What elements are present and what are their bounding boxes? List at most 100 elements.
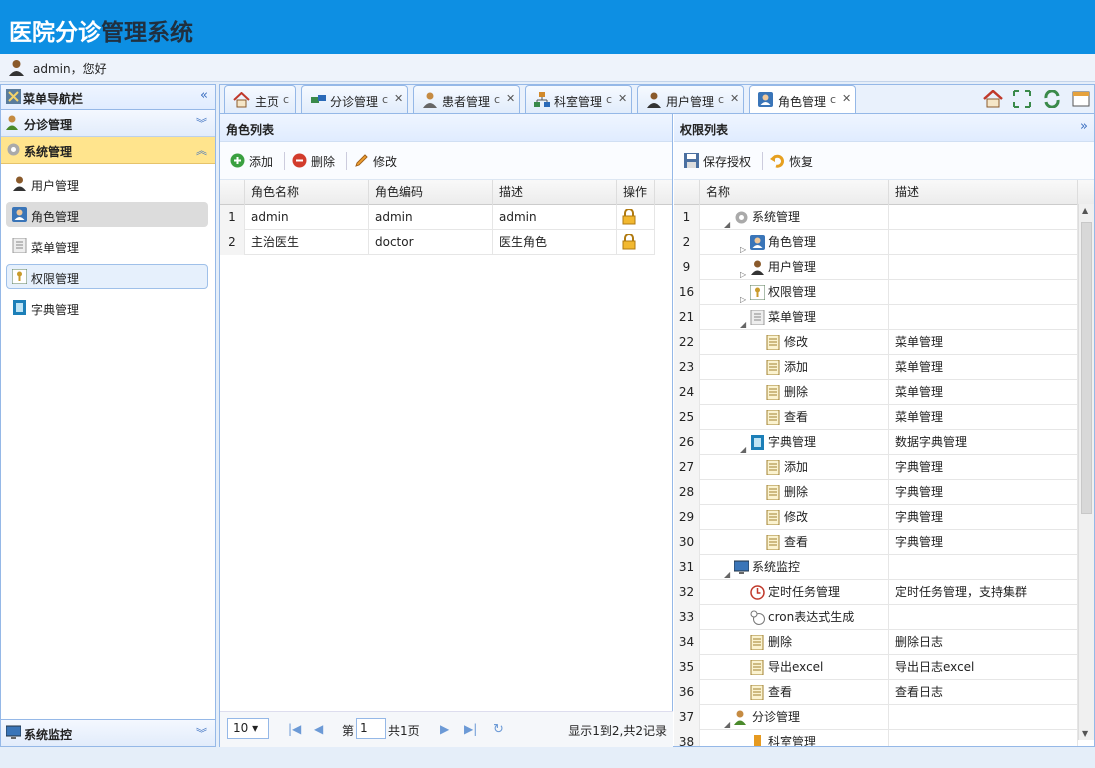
scroll-down-icon[interactable]: ▼ [1082, 729, 1088, 738]
tree-row[interactable]: 29 修改 字典管理 [674, 505, 1078, 530]
chevron-double-down-icon[interactable]: ︾ [196, 115, 207, 131]
tree-name-cell: 查看 [700, 530, 889, 555]
tree-row[interactable]: 28 删除 字典管理 [674, 480, 1078, 505]
tree-row[interactable]: 26 ◢ 字典管理 数据字典管理 [674, 430, 1078, 455]
home-button[interactable] [981, 88, 1005, 110]
tab-home[interactable]: 主页 c [224, 85, 296, 113]
tree-row[interactable]: 27 添加 字典管理 [674, 455, 1078, 480]
tree-desc-cell: 字典管理 [889, 530, 1078, 555]
tree-row[interactable]: 21 ◢ 菜单管理 [674, 305, 1078, 330]
tree-row[interactable]: 24 删除 菜单管理 [674, 380, 1078, 405]
button-label: 添加 [249, 155, 274, 169]
chevron-double-down-icon[interactable]: ︾ [196, 725, 207, 741]
tree-name-cell: ▷ 权限管理 [700, 280, 889, 305]
tree-row[interactable]: 38 ◢ 科室管理 [674, 730, 1078, 746]
refresh-icon[interactable]: c [283, 93, 289, 106]
close-icon[interactable]: ✕ [394, 92, 403, 105]
tree-row[interactable]: 31 ◢ 系统监控 [674, 555, 1078, 580]
collapse-sidebar-icon[interactable]: « [200, 88, 208, 103]
column-header[interactable]: 角色名称 [245, 180, 369, 205]
close-icon[interactable]: ✕ [618, 92, 627, 105]
panel-title: 角色列表 [226, 123, 275, 137]
scroll-thumb[interactable] [1081, 222, 1092, 514]
page-number-input[interactable]: 1 [356, 718, 386, 739]
add-button[interactable]: 添加 [230, 152, 278, 170]
tab-patients[interactable]: 患者管理 c ✕ [413, 85, 520, 113]
sidebar-item-users[interactable]: 用户管理 [6, 171, 208, 196]
tree-row[interactable]: 36 查看 查看日志 [674, 680, 1078, 705]
dept-icon [534, 92, 551, 111]
tree-node-label: cron表达式生成 [768, 610, 855, 624]
fullscreen-button[interactable] [1011, 88, 1035, 110]
row-number: 23 [674, 355, 700, 380]
refresh-icon[interactable]: c [382, 93, 388, 106]
next-page-icon[interactable]: ▶ [440, 722, 449, 736]
tree-desc-cell [889, 205, 1078, 230]
tree-collapse-icon[interactable]: ◢ [740, 738, 746, 746]
first-page-icon[interactable]: |◀ [288, 722, 301, 736]
refresh-all-button[interactable] [1041, 88, 1065, 110]
tree-desc-cell [889, 255, 1078, 280]
accordion-system[interactable]: 系统管理 ︽ [1, 137, 215, 164]
column-header[interactable]: 角色编码 [369, 180, 493, 205]
tree-row[interactable]: 1 ◢ 系统管理 [674, 205, 1078, 230]
tree-row[interactable]: 35 导出excel 导出日志excel [674, 655, 1078, 680]
tab-roles[interactable]: 角色管理 c ✕ [749, 85, 856, 114]
refresh-icon[interactable]: c [606, 93, 612, 106]
tree-row[interactable]: 2 ▷ 角色管理 [674, 230, 1078, 255]
refresh-icon[interactable]: c [718, 93, 724, 106]
tree-row[interactable]: 34 删除 删除日志 [674, 630, 1078, 655]
delete-button[interactable]: 删除 [292, 152, 340, 170]
sidebar-item-label: 角色管理 [31, 210, 80, 224]
tree-row[interactable]: 30 查看 字典管理 [674, 530, 1078, 555]
prev-page-icon[interactable]: ◀ [314, 722, 323, 736]
expand-panel-icon[interactable]: » [1080, 119, 1088, 134]
lock-icon[interactable] [622, 233, 636, 258]
pencil-icon [354, 153, 369, 171]
rownum-header [220, 180, 245, 205]
refresh-icon[interactable]: ↻ [493, 722, 504, 737]
edit-button[interactable]: 修改 [354, 152, 402, 170]
accordion-triage[interactable]: 分诊管理 ︾ [1, 110, 215, 137]
tree-row[interactable]: 32 定时任务管理 定时任务管理，支持集群 [674, 580, 1078, 605]
tree-node-label: 查看 [768, 685, 793, 699]
column-header[interactable]: 操作 [617, 180, 655, 205]
page-size-select[interactable]: 10 ▾ [227, 718, 269, 739]
tree-name-cell: cron表达式生成 [700, 605, 889, 630]
tree-row[interactable]: 23 添加 菜单管理 [674, 355, 1078, 380]
tab-triage[interactable]: 分诊管理 c ✕ [301, 85, 408, 113]
sidebar-item-permissions[interactable]: 权限管理 [6, 264, 208, 289]
tree-row[interactable]: 9 ▷ 用户管理 [674, 255, 1078, 280]
tree-row[interactable]: 25 查看 菜单管理 [674, 405, 1078, 430]
table-row[interactable]: 1 admin admin admin [220, 205, 655, 230]
row-number: 34 [674, 630, 700, 655]
vertical-scrollbar[interactable]: ▲ ▼ [1078, 204, 1094, 740]
sidebar-header: 菜单导航栏 « [1, 85, 215, 110]
close-icon[interactable]: ✕ [842, 92, 851, 105]
refresh-icon[interactable]: c [830, 93, 836, 106]
last-page-icon[interactable]: ▶| [464, 722, 477, 736]
tree-name-cell: 导出excel [700, 655, 889, 680]
chevron-double-up-icon[interactable]: ︽ [196, 142, 207, 158]
row-number: 32 [674, 580, 700, 605]
close-icon[interactable]: ✕ [506, 92, 515, 105]
close-icon[interactable]: ✕ [730, 92, 739, 105]
refresh-icon[interactable]: c [494, 93, 500, 106]
column-header[interactable]: 描述 [493, 180, 617, 205]
scroll-up-icon[interactable]: ▲ [1082, 206, 1088, 215]
tree-desc-cell: 菜单管理 [889, 405, 1078, 430]
tree-row[interactable]: 22 修改 菜单管理 [674, 330, 1078, 355]
tree-row[interactable]: 16 ▷ 权限管理 [674, 280, 1078, 305]
tab-departments[interactable]: 科室管理 c ✕ [525, 85, 632, 113]
sidebar-item-roles[interactable]: 角色管理 [6, 202, 208, 227]
tab-users[interactable]: 用户管理 c ✕ [637, 85, 744, 113]
accordion-monitor[interactable]: 系统监控 ︾ [1, 719, 215, 746]
tree-row[interactable]: 37 ◢ 分诊管理 [674, 705, 1078, 730]
window-button[interactable] [1070, 88, 1094, 110]
row-number: 31 [674, 555, 700, 580]
sidebar-item-dictionary[interactable]: 字典管理 [6, 295, 208, 320]
tree-row[interactable]: 33 cron表达式生成 [674, 605, 1078, 630]
tree-node-label: 科室管理 [768, 735, 817, 746]
sidebar-item-menus[interactable]: 菜单管理 [6, 233, 208, 258]
table-row[interactable]: 2 主治医生 doctor 医生角色 [220, 230, 655, 255]
